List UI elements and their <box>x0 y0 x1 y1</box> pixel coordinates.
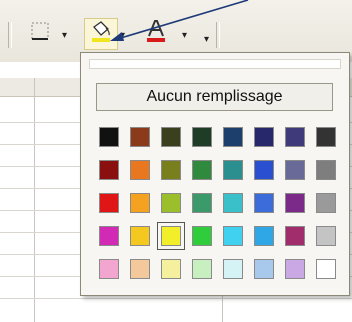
annotation-arrow <box>110 0 249 41</box>
